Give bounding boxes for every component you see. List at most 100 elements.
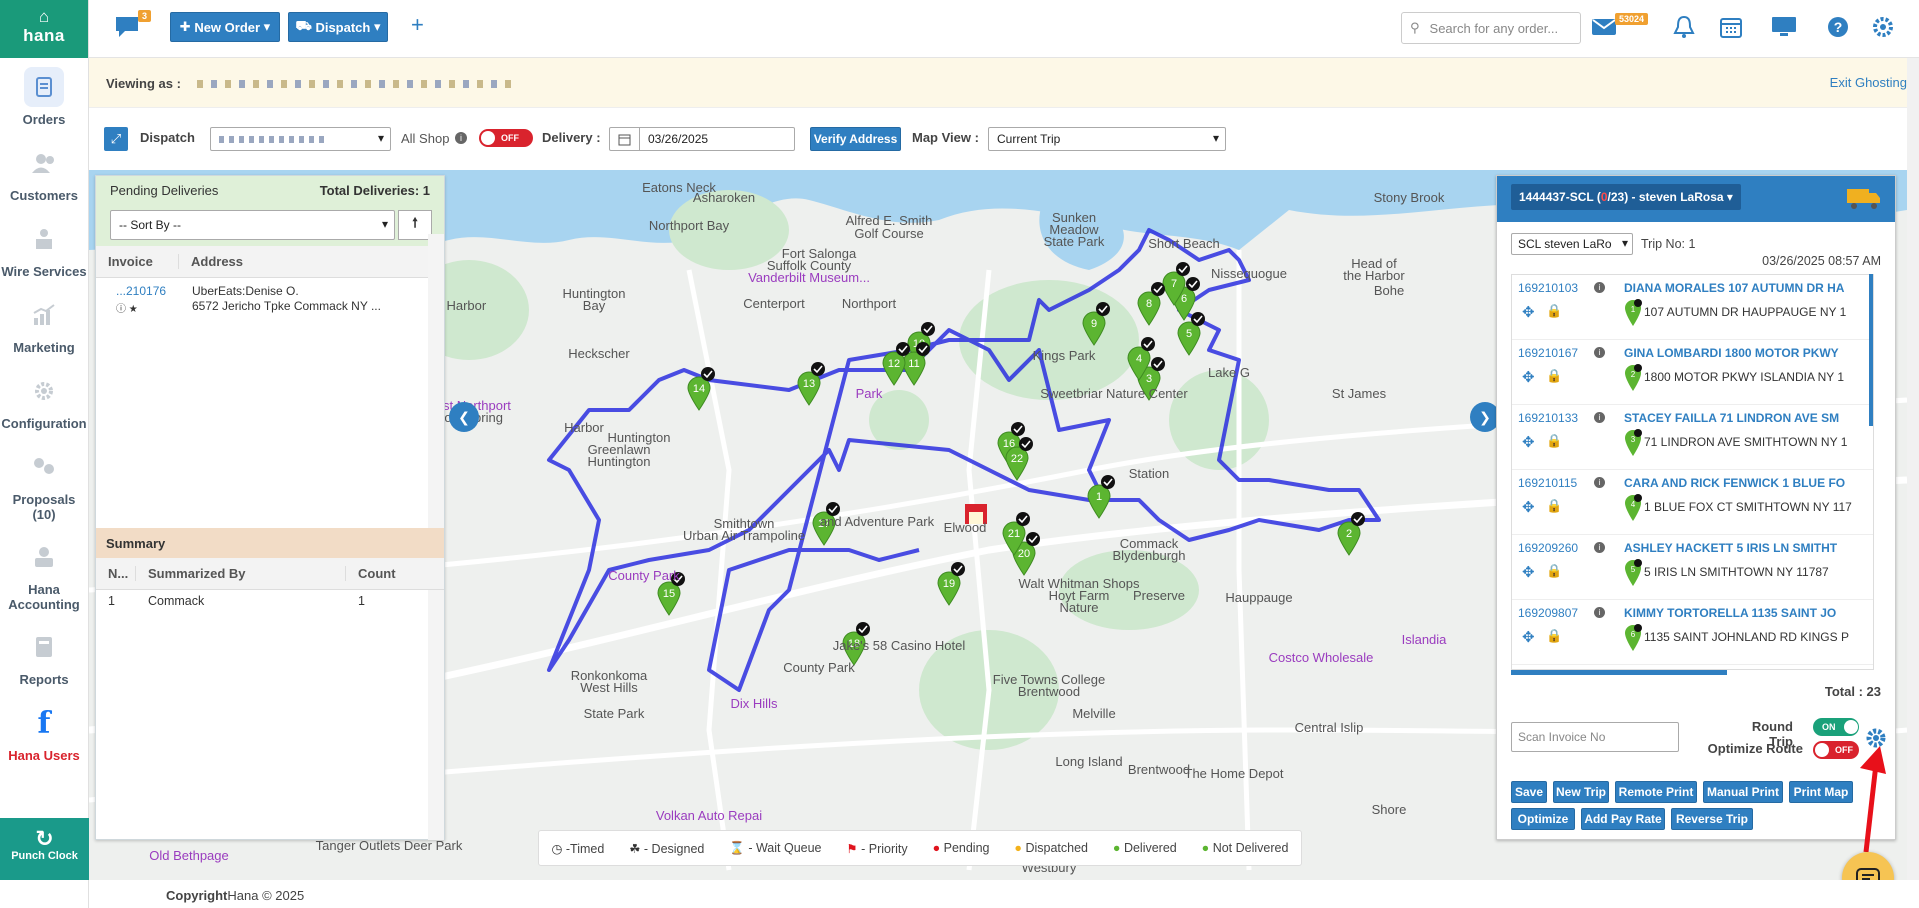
- stop-invoice-link[interactable]: 169210167: [1518, 346, 1578, 360]
- info-icon[interactable]: i: [1594, 542, 1605, 553]
- sidebar-item-orders[interactable]: Orders: [0, 58, 88, 134]
- sidebar-item-reports[interactable]: Reports: [0, 618, 88, 694]
- save-button[interactable]: Save: [1511, 781, 1547, 803]
- info-icon[interactable]: i: [1594, 282, 1605, 293]
- sidebar-item-hana-users[interactable]: f Hana Users: [0, 694, 88, 770]
- move-icon[interactable]: ✥: [1522, 433, 1535, 451]
- stop-invoice-link[interactable]: 169210133: [1518, 411, 1578, 425]
- sidebar-item-configuration[interactable]: Configuration: [0, 362, 88, 438]
- stop-customer-name[interactable]: DIANA MORALES 107 AUTUMN DR HA: [1624, 281, 1873, 295]
- map-place-label: Elwood: [944, 520, 987, 535]
- scan-invoice-input[interactable]: Scan Invoice No: [1511, 722, 1679, 752]
- verify-address-button[interactable]: Verify Address: [810, 127, 901, 151]
- map-place-label: Central Islip: [1295, 720, 1364, 735]
- driver-select[interactable]: SCL steven LaRo ▾: [1511, 233, 1633, 255]
- green-check-pin-icon: ●: [1201, 841, 1210, 855]
- info-icon[interactable]: i: [1594, 412, 1605, 423]
- round-trip-toggle[interactable]: ON: [1813, 718, 1859, 736]
- lock-icon[interactable]: 🔒: [1546, 628, 1562, 644]
- driver-select[interactable]: ▾: [210, 127, 391, 151]
- info-icon[interactable]: i: [1594, 477, 1605, 488]
- trip-stop-item[interactable]: 169210167 i GINA LOMBARDI 1800 MOTOR PKWY ✥…: [1512, 340, 1873, 405]
- add-tab-button[interactable]: +: [411, 12, 424, 38]
- map-place-label: Kings Park: [1033, 348, 1096, 363]
- exit-ghosting-link[interactable]: Exit Ghosting: [1830, 75, 1907, 90]
- punch-clock-button[interactable]: ↻ Punch Clock: [0, 818, 89, 880]
- hana-logo[interactable]: ⌂ hana: [0, 0, 88, 58]
- chat-icon[interactable]: [113, 14, 139, 40]
- sidebar-item-wire-services[interactable]: Wire Services: [0, 210, 88, 286]
- new-trip-button[interactable]: New Trip: [1553, 781, 1609, 803]
- remote-print-button[interactable]: Remote Print: [1615, 781, 1697, 803]
- move-icon[interactable]: ✥: [1522, 498, 1535, 516]
- all-shop-toggle[interactable]: OFF: [479, 129, 533, 147]
- dispatch-button[interactable]: ⛟ Dispatch ▾: [288, 12, 388, 42]
- pending-scrollbar[interactable]: [428, 234, 444, 528]
- table-row[interactable]: ...210176 ⓘ ★ UberEats:Denise O. 6572 Je…: [96, 278, 444, 320]
- stop-customer-name[interactable]: CARA AND RICK FENWICK 1 BLUE FO: [1624, 476, 1873, 490]
- lock-icon[interactable]: 🔒: [1546, 303, 1562, 319]
- pending-header: Pending Deliveries Total Deliveries: 1: [96, 176, 444, 204]
- delivered-pin-icon: 6: [1625, 624, 1642, 651]
- page-scrollbar[interactable]: [1907, 58, 1919, 880]
- trip-stop-item[interactable]: 169210133 i STACEY FAILLA 71 LINDRON AVE S…: [1512, 405, 1873, 470]
- lock-icon[interactable]: 🔒: [1546, 368, 1562, 384]
- stop-invoice-link[interactable]: 169210115: [1518, 476, 1577, 490]
- sort-select[interactable]: -- Sort By -- ▾: [110, 210, 395, 240]
- stop-invoice-link[interactable]: 169209807: [1518, 606, 1578, 620]
- settings-gear-icon[interactable]: [1870, 14, 1896, 40]
- summary-scrollbar[interactable]: [428, 590, 444, 840]
- help-icon[interactable]: ?: [1825, 14, 1851, 40]
- table-row[interactable]: 1 Commack 1: [96, 590, 444, 612]
- search-input[interactable]: ⚲ Search for any order...: [1401, 12, 1581, 44]
- print-map-button[interactable]: Print Map: [1789, 781, 1853, 803]
- move-icon[interactable]: ✥: [1522, 368, 1535, 386]
- manual-print-button[interactable]: Manual Print: [1703, 781, 1783, 803]
- sidebar-item-hana-accounting[interactable]: Hana Accounting: [0, 528, 88, 618]
- sidebar-item-proposals[interactable]: Proposals (10): [0, 438, 88, 528]
- trip-select[interactable]: 1444437-SCL (0/23) - steven LaRosa ▾: [1511, 184, 1741, 210]
- lock-icon[interactable]: 🔒: [1546, 563, 1562, 579]
- check-badge: [921, 322, 935, 336]
- pin-number: 7: [1171, 278, 1177, 290]
- reverse-trip-button[interactable]: Reverse Trip: [1671, 808, 1753, 830]
- delivered-pin-icon: 3: [1625, 429, 1642, 456]
- stop-invoice-link[interactable]: 169210103: [1518, 281, 1578, 295]
- map-place-label: Brentwood: [1018, 684, 1080, 699]
- stop-customer-name[interactable]: STACEY FAILLA 71 LINDRON AVE SM: [1624, 411, 1873, 425]
- calendar-icon[interactable]: [1718, 14, 1744, 40]
- delivery-date-input[interactable]: 03/26/2025: [609, 127, 795, 151]
- sidebar-item-marketing[interactable]: Marketing: [0, 286, 88, 362]
- new-order-button[interactable]: ✚ New Order ▾: [170, 12, 280, 42]
- stop-customer-name[interactable]: ASHLEY HACKETT 5 IRIS LN SMITHT: [1624, 541, 1873, 555]
- stop-customer-name[interactable]: KIMMY TORTORELLA 1135 SAINT JO: [1624, 606, 1873, 620]
- optimize-button[interactable]: Optimize: [1511, 808, 1575, 830]
- sort-direction-icon[interactable]: 🠕: [398, 210, 432, 240]
- stop-list-scrollbar[interactable]: [1869, 274, 1873, 426]
- trip-panel: 1444437-SCL (0/23) - steven LaRosa ▾ SCL…: [1496, 175, 1896, 840]
- expand-icon[interactable]: ⤢: [104, 127, 128, 151]
- info-icon[interactable]: i: [1594, 347, 1605, 358]
- trip-stop-item[interactable]: 169209260 i ASHLEY HACKETT 5 IRIS LN SMITH…: [1512, 535, 1873, 600]
- sidebar-item-customers[interactable]: Customers: [0, 134, 88, 210]
- lock-icon[interactable]: 🔒: [1546, 433, 1562, 449]
- stop-invoice-link[interactable]: 169209260: [1518, 541, 1578, 555]
- pin-number: 21: [1008, 528, 1020, 540]
- move-icon[interactable]: ✥: [1522, 303, 1535, 321]
- trip-stop-item[interactable]: 169210103 i DIANA MORALES 107 AUTUMN DR HA…: [1512, 275, 1873, 340]
- collapse-left-panel-button[interactable]: ❮: [449, 402, 479, 432]
- mail-icon[interactable]: [1591, 14, 1617, 40]
- move-icon[interactable]: ✥: [1522, 563, 1535, 581]
- trip-stop-item[interactable]: 169210115 i CARA AND RICK FENWICK 1 BLUE F…: [1512, 470, 1873, 535]
- trip-stop-item[interactable]: 169209807 i KIMMY TORTORELLA 1135 SAINT JO…: [1512, 600, 1873, 665]
- bell-icon[interactable]: [1671, 14, 1697, 40]
- stop-list-hscrollbar[interactable]: [1511, 670, 1727, 675]
- lock-icon[interactable]: 🔒: [1546, 498, 1562, 514]
- map-view-select[interactable]: Current Trip ▾: [988, 127, 1226, 151]
- stop-customer-name[interactable]: GINA LOMBARDI 1800 MOTOR PKWY: [1624, 346, 1873, 360]
- map-place-label: Volkan Auto Repai: [656, 808, 762, 823]
- monitor-icon[interactable]: [1771, 14, 1797, 40]
- add-pay-rate-button[interactable]: Add Pay Rate: [1581, 808, 1665, 830]
- move-icon[interactable]: ✥: [1522, 628, 1535, 646]
- info-icon[interactable]: i: [1594, 607, 1605, 618]
